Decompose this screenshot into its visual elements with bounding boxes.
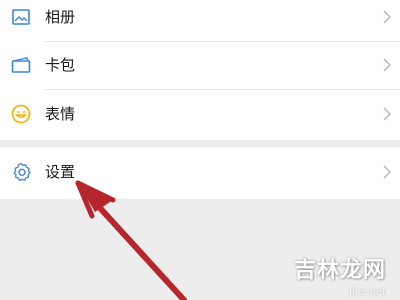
album-icon	[11, 7, 31, 27]
menu-item-album[interactable]: 相册	[0, 0, 400, 40]
menu-item-settings-label: 设置	[45, 163, 76, 181]
chevron-right-icon	[383, 107, 392, 121]
settings-screen: 相册 卡包 表情 设置 吉林龙网 jlhz.net	[0, 0, 400, 300]
menu-group-settings: 设置	[0, 147, 400, 199]
menu-item-emoji[interactable]: 表情	[0, 91, 400, 137]
chevron-right-icon	[383, 58, 392, 72]
card-wallet-icon	[11, 55, 31, 75]
menu-item-card-wallet-label: 卡包	[45, 56, 76, 74]
menu-group-top: 相册 卡包 表情	[0, 0, 400, 140]
menu-item-emoji-label: 表情	[45, 105, 76, 123]
menu-item-settings[interactable]: 设置	[0, 149, 400, 195]
menu-item-card-wallet[interactable]: 卡包	[0, 42, 400, 88]
gear-icon	[11, 162, 31, 182]
watermark: 吉林龙网 jlhz.net	[293, 252, 386, 298]
watermark-subtext: jlhz.net	[349, 287, 386, 298]
watermark-text: 吉林龙网	[293, 258, 386, 283]
menu-item-album-label: 相册	[45, 8, 76, 26]
chevron-right-icon	[383, 165, 392, 179]
emoji-icon	[11, 104, 31, 124]
chevron-right-icon	[383, 10, 392, 24]
divider	[45, 89, 400, 90]
